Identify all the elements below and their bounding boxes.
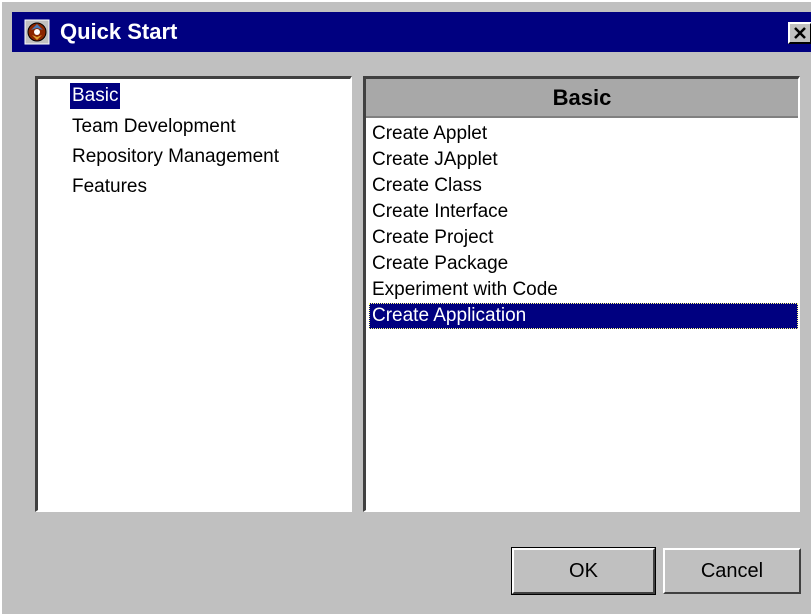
list-item-create-applet[interactable]: Create Applet: [369, 121, 798, 147]
list-item-create-japplet[interactable]: Create JApplet: [369, 147, 798, 173]
quick-start-dialog: Quick Start Basic Team Development Repos…: [0, 0, 811, 614]
close-button[interactable]: [788, 22, 811, 44]
category-tree[interactable]: Basic Team Development Repository Manage…: [35, 76, 352, 512]
list-item-create-package[interactable]: Create Package: [369, 251, 798, 277]
tree-item-basic[interactable]: Basic: [70, 83, 121, 109]
list-item-create-project[interactable]: Create Project: [369, 225, 798, 251]
cancel-button[interactable]: Cancel: [663, 548, 801, 594]
tree-item-repository-management[interactable]: Repository Management: [70, 144, 281, 170]
list-item-create-class[interactable]: Create Class: [369, 173, 798, 199]
tree-item-features[interactable]: Features: [70, 174, 149, 200]
list-item-experiment-with-code[interactable]: Experiment with Code: [369, 277, 798, 303]
title-bar[interactable]: Quick Start: [12, 12, 811, 52]
task-list-panel: Basic Create Applet Create JApplet Creat…: [363, 76, 800, 512]
list-item-create-interface[interactable]: Create Interface: [369, 199, 798, 225]
window-title: Quick Start: [60, 19, 178, 44]
list-item-create-application[interactable]: Create Application: [369, 303, 798, 329]
panel-header: Basic: [366, 79, 798, 118]
close-icon: [794, 27, 806, 39]
tree-item-team-development[interactable]: Team Development: [70, 114, 238, 140]
java-app-icon: [24, 19, 50, 45]
ok-button[interactable]: OK: [511, 547, 656, 595]
